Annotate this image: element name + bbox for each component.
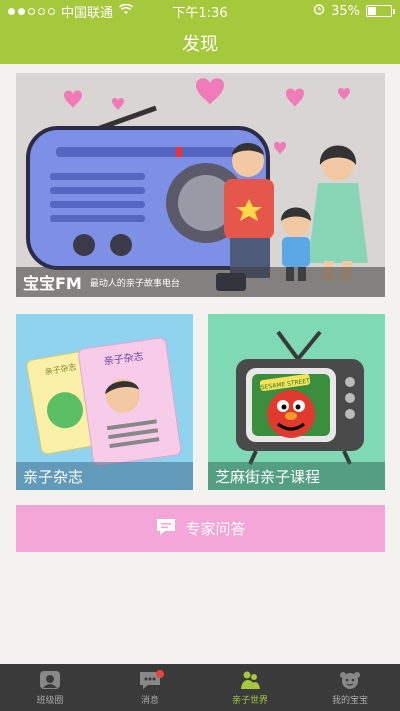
carrier-name: 中国联通	[61, 5, 114, 21]
sesame-caption: 芝麻街亲子课程	[208, 462, 385, 490]
nav-bar: 发现	[0, 22, 400, 64]
class-circle-icon	[39, 670, 61, 690]
baby-fm-subtitle: 最动人的亲子故事电台	[89, 278, 180, 289]
tab-parent-world[interactable]: 亲子世界	[200, 664, 300, 711]
tab-messages[interactable]: 消息	[100, 664, 200, 711]
baby-fm-title: 宝宝FM	[23, 274, 82, 293]
tab-my-baby-label: 我的宝宝	[331, 695, 368, 706]
sesame-label: 芝麻街亲子课程	[215, 467, 321, 486]
tab-parent-world-label: 亲子世界	[231, 695, 268, 706]
message-badge	[156, 670, 164, 678]
wifi-icon	[118, 3, 134, 18]
signal-strength-icon	[8, 7, 55, 15]
magazine-label: 亲子杂志	[23, 467, 84, 486]
baby-fm-illustration	[16, 73, 385, 297]
parenting-magazine-card[interactable]: 亲子杂志 亲子杂志 亲子杂志	[16, 314, 193, 490]
expert-qa-button[interactable]: 专家问答	[16, 505, 385, 552]
tab-class-circle[interactable]: 班级圈	[0, 664, 100, 711]
baby-fm-caption: 宝宝FM 最动人的亲子故事电台	[16, 267, 385, 297]
status-bar: 中国联通 下午1:36 35%	[0, 0, 400, 22]
expert-qa-label: 专家问答	[185, 520, 246, 538]
battery-percent: 35%	[331, 3, 360, 19]
alarm-icon	[313, 3, 325, 19]
tab-my-baby[interactable]: 我的宝宝	[300, 664, 400, 711]
tab-class-circle-label: 班级圈	[36, 695, 64, 706]
tab-bar: 班级圈 消息 亲子世界 我的宝宝	[0, 664, 400, 711]
parent-world-icon	[239, 670, 261, 690]
baby-icon	[339, 670, 361, 690]
baby-fm-card[interactable]: 宝宝FM 最动人的亲子故事电台	[16, 73, 385, 297]
sesame-street-card[interactable]: SESAME STREET 芝麻街亲子课程	[208, 314, 385, 490]
magazine-caption: 亲子杂志	[16, 462, 193, 490]
page-title: 发现	[182, 34, 218, 55]
tab-messages-label: 消息	[140, 695, 159, 706]
battery-icon	[366, 5, 395, 17]
chat-icon	[155, 517, 177, 541]
